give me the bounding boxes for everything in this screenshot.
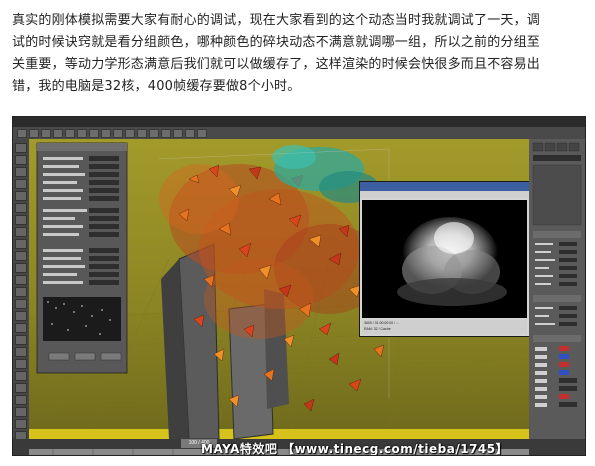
caption-line-4: 错，我的电脑是32核，400帧缓存要做8个小时。 <box>12 79 301 94</box>
toolbar-button[interactable] <box>173 128 183 138</box>
article-caption: 真实的刚体模拟需要大家有耐心的调试，现在大家看到的这个动态当时我就调试了一天，调… <box>12 10 584 98</box>
menu-bar <box>13 117 585 127</box>
tool-button[interactable] <box>15 251 27 261</box>
tool-button[interactable] <box>15 227 27 237</box>
toolbar-button[interactable] <box>101 128 111 138</box>
toolbar-button[interactable] <box>53 128 63 138</box>
tool-button[interactable] <box>15 275 27 285</box>
toolbar-button[interactable] <box>113 128 123 138</box>
preview-canvas <box>362 200 527 318</box>
tool-button[interactable] <box>15 335 27 345</box>
toolbar-button[interactable] <box>29 128 39 138</box>
tool-button[interactable] <box>15 371 27 381</box>
tool-button[interactable] <box>15 155 27 165</box>
tool-button[interactable] <box>15 263 27 273</box>
viewport-side-panel <box>36 142 128 374</box>
toolbar-button[interactable] <box>89 128 99 138</box>
tool-button[interactable] <box>15 311 27 321</box>
toolbar-button[interactable] <box>149 128 159 138</box>
toolbar-button[interactable] <box>41 128 51 138</box>
tool-button[interactable] <box>15 347 27 357</box>
toolbar-button[interactable] <box>77 128 87 138</box>
toolbar-button[interactable] <box>197 128 207 138</box>
tool-button[interactable] <box>15 203 27 213</box>
panel-button[interactable] <box>100 352 122 361</box>
modifier-panel-header <box>37 143 127 151</box>
panel-button[interactable] <box>48 352 70 361</box>
caption-line-2: 试的时候诀窍就是看分组颜色，哪种颜色的碎块动态不满意就调哪一组，所以之前的分组至 <box>12 35 541 50</box>
tool-button[interactable] <box>15 191 27 201</box>
tool-button[interactable] <box>15 359 27 369</box>
preview-window-menu <box>360 191 531 198</box>
main-toolbar <box>13 127 585 139</box>
tool-button[interactable] <box>15 215 27 225</box>
caption-line-3: 关重要，等动力学形态满意后我们就可以做缓存了，这样渲染的时候会快很多而且不容易出 <box>12 57 541 72</box>
tool-button[interactable] <box>15 395 27 405</box>
tool-button[interactable] <box>15 179 27 189</box>
tool-button[interactable] <box>15 299 27 309</box>
tool-button[interactable] <box>15 419 27 429</box>
toolbar-button[interactable] <box>161 128 171 138</box>
render-preview-window[interactable]: 3600 / 01:00:00:00 / ... RAM: 32 / Cache <box>359 181 532 337</box>
tool-button[interactable] <box>15 383 27 393</box>
watermark: MAYA特效吧 【www.tinecg.com/tieba/1745】 <box>201 442 509 456</box>
smoke-render <box>362 200 527 318</box>
toolbar-button[interactable] <box>125 128 135 138</box>
command-panel <box>529 139 585 439</box>
tool-button[interactable] <box>15 323 27 333</box>
viewport-floor-strip <box>29 429 529 439</box>
panel-button[interactable] <box>74 352 96 361</box>
caption-line-1: 真实的刚体模拟需要大家有耐心的调试，现在大家看到的这个动态当时我就调试了一天，调 <box>12 13 541 28</box>
command-panel-graphic <box>529 139 585 439</box>
software-screenshot: 3600 / 01:00:00:00 / ... RAM: 32 / Cache <box>12 116 586 456</box>
left-tool-strip <box>13 139 29 443</box>
tool-button[interactable] <box>15 167 27 177</box>
tool-button[interactable] <box>15 239 27 249</box>
tool-button[interactable] <box>15 143 27 153</box>
toolbar-button[interactable] <box>137 128 147 138</box>
toolbar-button[interactable] <box>185 128 195 138</box>
preview-status-line: RAM: 32 / Cache <box>364 327 391 331</box>
toolbar-button[interactable] <box>17 128 27 138</box>
tool-button[interactable] <box>15 287 27 297</box>
toolbar-button[interactable] <box>65 128 75 138</box>
preview-window-title <box>360 182 531 191</box>
preview-status: 3600 / 01:00:00:00 / ... RAM: 32 / Cache <box>362 320 527 334</box>
tool-button[interactable] <box>15 407 27 417</box>
